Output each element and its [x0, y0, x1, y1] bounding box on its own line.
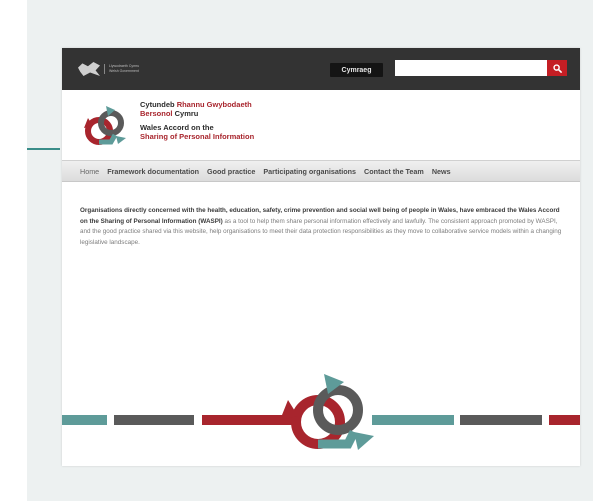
website-screenshot: Llywodraeth Cymru Welsh Government Cymra…: [62, 48, 580, 466]
nav-item-good-practice[interactable]: Good practice: [207, 167, 255, 176]
language-toggle-button[interactable]: Cymraeg: [330, 63, 383, 77]
title-welsh-word-2: Cymru: [174, 109, 199, 118]
intro-paragraph: Organisations directly concerned with th…: [80, 206, 562, 248]
search-input[interactable]: [395, 60, 547, 76]
nav-item-home[interactable]: Home: [80, 167, 99, 176]
site-header: Cytundeb Rhannu Gwybodaeth Bersonol Cymr…: [62, 90, 580, 160]
title-english-line2: Sharing of Personal Information: [140, 132, 255, 141]
welsh-government-logo[interactable]: Llywodraeth Cymru Welsh Government: [78, 60, 139, 78]
nav-item-framework-documentation[interactable]: Framework documentation: [107, 167, 199, 176]
main-navigation: Home Framework documentation Good practi…: [62, 160, 580, 182]
nav-item-contact-the-team[interactable]: Contact the Team: [364, 167, 424, 176]
welsh-dragon-icon: [78, 62, 100, 76]
search-icon: [552, 63, 562, 73]
title-english-line1: Wales Accord on the: [140, 123, 214, 132]
gov-logo-text-english: Welsh Government: [109, 69, 139, 73]
search-button[interactable]: [547, 60, 567, 76]
top-bar: Llywodraeth Cymru Welsh Government Cymra…: [62, 48, 580, 90]
site-title: Cytundeb Rhannu Gwybodaeth Bersonol Cymr…: [140, 100, 254, 141]
nav-item-news[interactable]: News: [432, 167, 451, 176]
title-welsh-red: Rhannu Gwybodaeth: [176, 100, 252, 109]
title-welsh-word: Cytundeb: [140, 100, 175, 109]
interlocking-arrows-logo[interactable]: [82, 104, 128, 150]
accent-line: [27, 148, 60, 150]
background-panel: Llywodraeth Cymru Welsh Government Cymra…: [27, 0, 593, 501]
decorative-arrows-band: [62, 374, 580, 450]
nav-item-participating-organisations[interactable]: Participating organisations: [263, 167, 356, 176]
title-welsh-red-2: Bersonol: [140, 109, 173, 118]
